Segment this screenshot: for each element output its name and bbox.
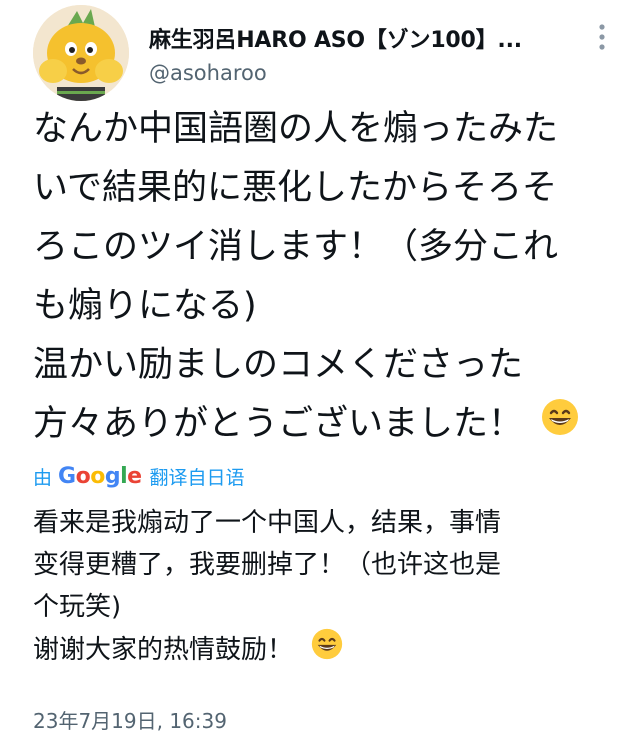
google-logo: Google — [58, 464, 142, 489]
translated-line: 看来是我煽动了一个中国人，结果，事情 — [33, 508, 502, 538]
tweet-body-line: も煽りになる) — [33, 286, 257, 326]
google-letter: e — [127, 463, 142, 489]
google-letter: G — [58, 463, 76, 489]
avatar[interactable] — [33, 5, 129, 101]
tweet-body-line: いで結果的に悪化したからそろそ — [33, 168, 557, 208]
tweet-body-line: ろこのツイ消します！（多分これ — [33, 227, 559, 267]
google-letter: g — [104, 463, 121, 489]
more-vertical-icon[interactable] — [594, 22, 610, 52]
author-display-name[interactable]: 麻生羽呂HARO ASO【ゾン100】... — [149, 22, 522, 54]
tweet-body-line-with-emoji: 方々ありがとうございました！ — [33, 395, 623, 455]
translated-by-google-link[interactable]: 由 Google 翻译自日语 — [33, 462, 245, 490]
grinning-face-emoji-icon — [541, 396, 579, 455]
grinning-face-emoji-icon — [311, 628, 343, 673]
tweet-body-line: 温かい励ましのコメくださった — [33, 345, 524, 385]
translated-line-with-emoji: 谢谢大家的热情鼓励！ — [33, 628, 623, 673]
tweet-body-line: 方々ありがとうございました！ — [33, 404, 524, 444]
tweet-body: なんか中国語圏の人を煽ったみた いで結果的に悪化したからそろそ ろこのツイ消しま… — [33, 100, 623, 455]
translated-line: 个玩笑) — [33, 592, 122, 622]
translated-text: 看来是我煽动了一个中国人，结果，事情 变得更糟了，我要删掉了！（也许这也是 个玩… — [33, 502, 623, 673]
google-letter: o — [75, 463, 91, 489]
tweet-body-line: なんか中国語圏の人を煽ったみた — [33, 109, 559, 149]
author-handle[interactable]: @asoharoo — [149, 61, 267, 85]
translation-prefix: 由 — [33, 466, 53, 489]
google-letter: o — [90, 463, 105, 489]
tweet-timestamp[interactable]: 23年7月19日, 16:39 — [33, 705, 227, 734]
tweet-card: 麻生羽呂HARO ASO【ゾン100】... @asoharoo なんか中国語圏… — [0, 0, 640, 737]
translated-line: 变得更糟了，我要删掉了！（也许这也是 — [33, 550, 502, 580]
cartoon-mascot-avatar-icon — [33, 5, 129, 101]
translated-line: 谢谢大家的热情鼓励！ — [33, 635, 294, 665]
translation-suffix: 翻译自日语 — [149, 466, 245, 489]
